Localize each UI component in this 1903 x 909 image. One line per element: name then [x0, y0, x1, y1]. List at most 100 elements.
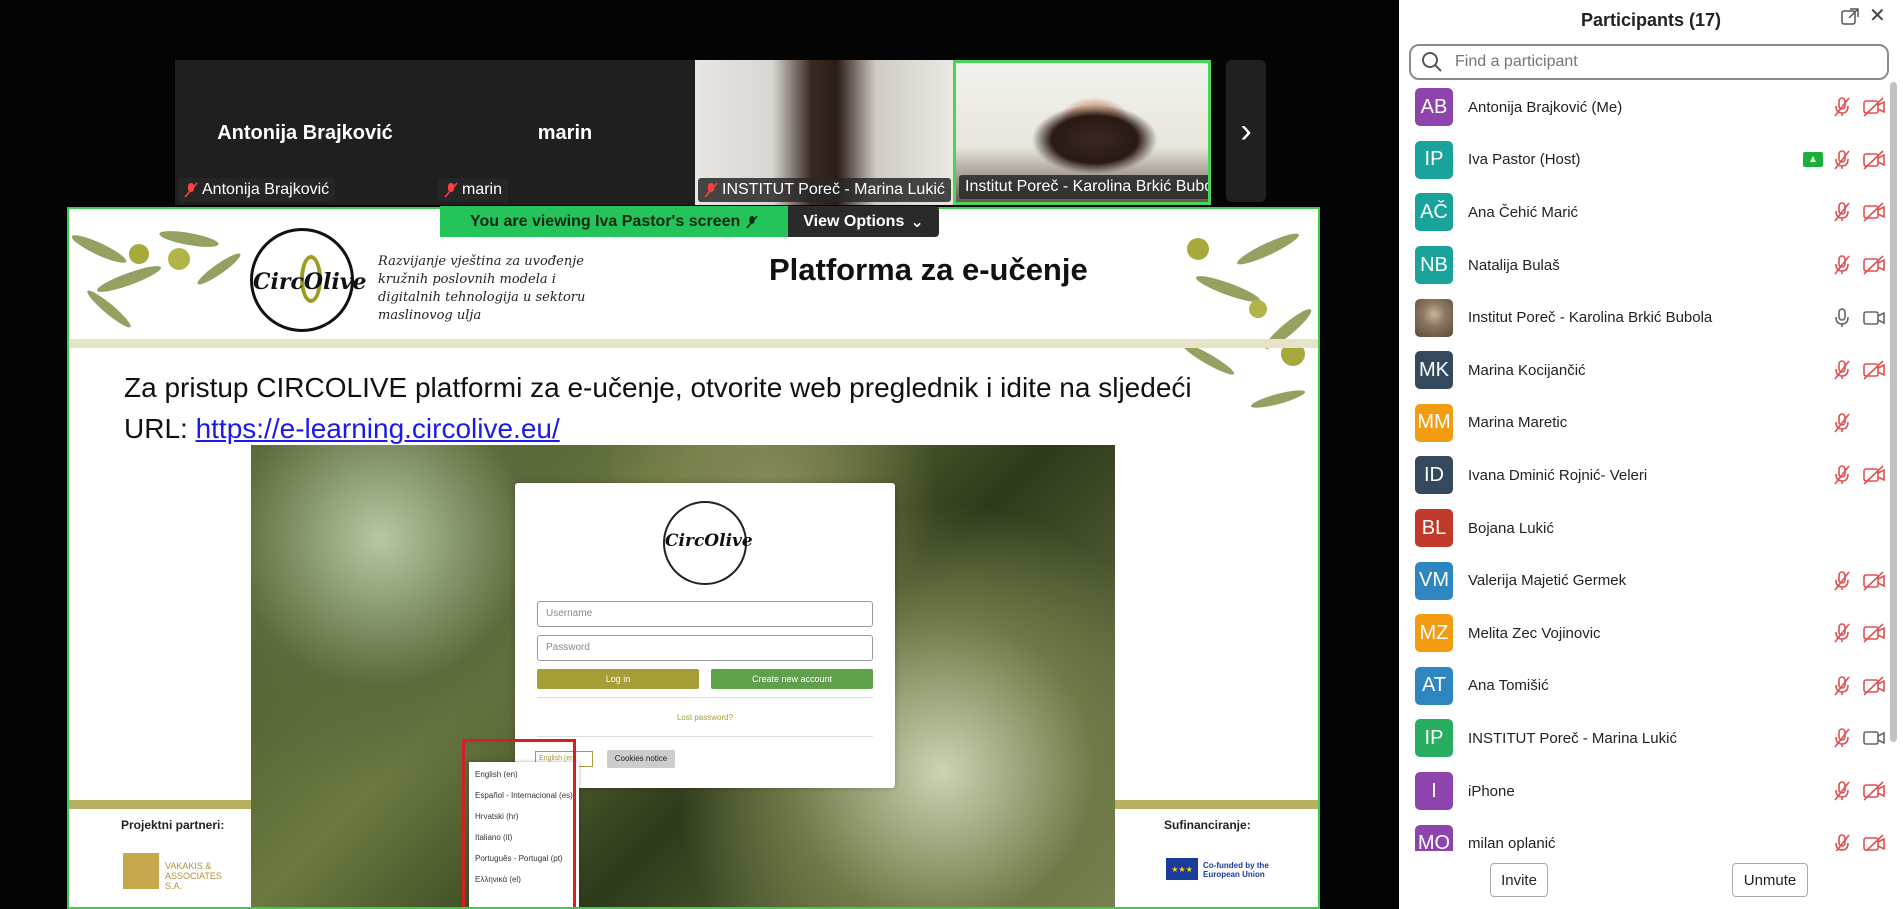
participant-row[interactable]: AT Ana Tomišić: [1399, 660, 1887, 713]
avatar: VM: [1415, 561, 1453, 600]
video-off-icon: [1861, 780, 1887, 802]
participant-row[interactable]: MK Marina Kocijančić: [1399, 344, 1887, 397]
video-spacer: [1861, 412, 1887, 434]
participant-name: Natalija Bulaš: [1468, 256, 1560, 274]
participant-status: [1861, 517, 1887, 539]
participant-row[interactable]: NB Natalija Bulaš: [1399, 239, 1887, 292]
tile-label-text: Antonija Brajković: [202, 181, 330, 198]
participant-status: [1831, 254, 1887, 276]
next-page-arrow-icon[interactable]: ›: [1226, 60, 1266, 202]
viewing-indicator: You are viewing Iva Pastor's screen: [440, 206, 789, 237]
participant-name: iPhone: [1468, 782, 1515, 800]
avatar: IP: [1415, 140, 1453, 179]
highlight-box: [462, 739, 576, 907]
video-tile-marin[interactable]: marin marin: [435, 60, 695, 205]
tile-label: Antonija Brajković: [178, 178, 336, 202]
participant-row[interactable]: MM Marina Maretic: [1399, 397, 1887, 450]
divider: [537, 736, 873, 737]
participant-row[interactable]: Institut Poreč - Karolina Brkić Bubola: [1399, 291, 1887, 344]
video-off-icon: [1861, 622, 1887, 644]
participant-row[interactable]: IP Iva Pastor (Host) ▲: [1399, 134, 1887, 187]
participant-row[interactable]: MO milan oplanić: [1399, 817, 1887, 851]
mic-muted-icon: [1831, 780, 1853, 802]
view-options-button[interactable]: View Options ⌄: [788, 206, 939, 237]
cofunding-label: Sufinanciranje:: [1164, 818, 1251, 832]
mic-muted-icon: [184, 182, 198, 198]
participant-name: milan oplanić: [1468, 835, 1556, 851]
mic-muted-icon: [1831, 149, 1853, 171]
slide-subtitle: Razvijanje vještina za uvođenje kružnih …: [378, 254, 586, 323]
participant-status: [1831, 570, 1887, 592]
participant-name: Ana Tomišić: [1468, 677, 1549, 695]
mic-muted-icon: [444, 182, 458, 198]
logo-text: CircOlive: [665, 531, 753, 551]
avatar: I: [1415, 772, 1453, 811]
participant-status: [1831, 201, 1887, 223]
video-off-icon: [1861, 359, 1887, 381]
mic-muted-icon: [1831, 412, 1853, 434]
scrollbar[interactable]: [1890, 82, 1897, 742]
partners-label: Projektni partneri:: [121, 818, 225, 832]
participant-status: [1831, 96, 1887, 118]
circolive-logo: CircOlive: [663, 501, 753, 585]
mic-icon: [1831, 307, 1853, 329]
participant-name: Melita Zec Vojinovic: [1468, 624, 1601, 642]
video-off-icon: [1861, 254, 1887, 276]
cookies-notice-button: Cookies notice: [607, 750, 675, 768]
tile-label: marin: [438, 178, 509, 202]
participant-row[interactable]: BL Bojana Lukić: [1399, 502, 1887, 555]
mic-muted-icon: [1831, 622, 1853, 644]
circolive-logo: CircOlive: [250, 228, 367, 332]
video-tile-karolina[interactable]: Institut Poreč - Karolina Brkić Bubola: [953, 60, 1211, 205]
lost-password-link: Lost password?: [676, 713, 734, 722]
participant-status: [1831, 727, 1887, 749]
video-icon: [1861, 307, 1887, 329]
share-banner: You are viewing Iva Pastor's screen View…: [440, 206, 939, 237]
participant-row[interactable]: AČ Ana Čehić Marić: [1399, 186, 1887, 239]
video-icon: [1861, 727, 1887, 749]
popout-icon[interactable]: [1841, 8, 1859, 26]
participant-list: AB Antonija Brajković (Me) IP Iva Pastor (H…: [1399, 81, 1887, 851]
participant-row[interactable]: ID Ivana Dminić Rojnić- Veleri: [1399, 449, 1887, 502]
participant-row[interactable]: IP INSTITUT Poreč - Marina Lukić: [1399, 712, 1887, 765]
tile-name: Antonija Brajković: [217, 122, 393, 144]
invite-button[interactable]: Invite: [1490, 863, 1548, 897]
eu-flag-icon: ★★★: [1166, 858, 1198, 880]
elearning-link[interactable]: https://e-learning.circolive.eu/: [196, 413, 560, 444]
video-off-icon: [1861, 833, 1887, 851]
unmute-button[interactable]: Unmute: [1732, 863, 1808, 897]
password-field: Password: [537, 635, 873, 661]
participant-name: Ivana Dminić Rojnić- Veleri: [1468, 466, 1648, 484]
mic-muted-icon: [1831, 96, 1853, 118]
tile-label-text: Institut Poreč - Karolina Brkić Bubola: [965, 178, 1211, 195]
slide-title: Platforma za e-učenje: [769, 252, 1088, 287]
participant-row[interactable]: VM Valerija Majetić Germek: [1399, 554, 1887, 607]
video-off-icon: [1861, 464, 1887, 486]
participant-status: [1831, 780, 1887, 802]
tile-label: Institut Poreč - Karolina Brkić Bubola: [959, 175, 1211, 199]
participant-name: Antonija Brajković (Me): [1468, 98, 1623, 116]
search-input[interactable]: [1455, 53, 1855, 71]
close-icon[interactable]: ✕: [1869, 6, 1889, 26]
participant-search[interactable]: [1409, 44, 1889, 80]
avatar: MO: [1415, 824, 1453, 851]
avatar: AT: [1415, 666, 1453, 705]
create-account-button: Create new account: [711, 669, 873, 689]
tile-label-text: marin: [462, 181, 503, 198]
partner-logo-image: [123, 853, 159, 889]
participant-row[interactable]: IiPhone: [1399, 765, 1887, 818]
participant-status: [1831, 359, 1887, 381]
username-field: Username: [537, 601, 873, 627]
mic-muted-icon: [1831, 254, 1853, 276]
shared-screen[interactable]: CircOlive Razvijanje vještina za uvođenj…: [67, 207, 1320, 909]
tile-name: marin: [537, 122, 593, 144]
participant-row[interactable]: AB Antonija Brajković (Me): [1399, 81, 1887, 134]
video-tile-marina-lukic[interactable]: INSTITUT Poreč - Marina Lukić: [695, 60, 953, 205]
panel-title: Participants (17): [1580, 10, 1722, 30]
participant-status: [1831, 464, 1887, 486]
participant-status: [1831, 412, 1887, 434]
video-tile-antonija[interactable]: Antonija Brajković Antonija Brajković: [175, 60, 435, 205]
chevron-down-icon: ⌄: [910, 213, 924, 231]
mic-muted-icon: [1831, 464, 1853, 486]
participant-row[interactable]: MZ Melita Zec Vojinovic: [1399, 607, 1887, 660]
